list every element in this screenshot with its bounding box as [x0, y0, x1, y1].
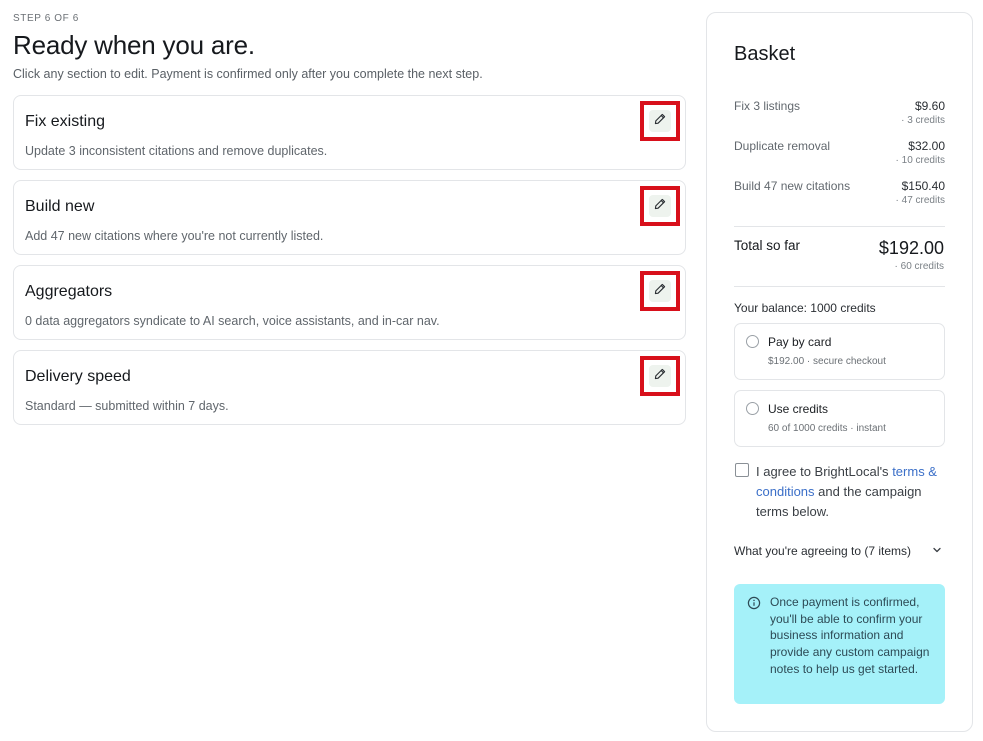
line-label: Fix 3 listings [734, 99, 801, 113]
section-card-build-new[interactable]: Build new Add 47 new citations where you… [13, 180, 686, 255]
line-price: $150.40 [901, 179, 945, 193]
edit-button[interactable] [649, 365, 671, 387]
terms-checkbox[interactable] [735, 463, 749, 477]
step-indicator: STEP 6 OF 6 [13, 13, 79, 24]
page-title: Ready when you are. [13, 30, 255, 60]
option-subtitle: $192.00 · secure checkout [768, 356, 886, 367]
radio-button[interactable] [746, 402, 759, 415]
total-credits: · 60 credits [894, 261, 944, 272]
line-price: $32.00 [908, 139, 945, 153]
section-card-delivery-speed[interactable]: Delivery speed Standard — submitted with… [13, 350, 686, 425]
edit-highlight [640, 356, 680, 396]
section-card-aggregators[interactable]: Aggregators 0 data aggregators syndicate… [13, 265, 686, 340]
info-text: Once payment is confirmed, you'll be abl… [770, 595, 930, 676]
section-title: Aggregators [25, 283, 113, 300]
option-title: Pay by card [768, 335, 832, 349]
pencil-icon [654, 112, 666, 130]
page-subtitle: Click any section to edit. Payment is co… [13, 67, 483, 81]
section-description: Add 47 new citations where you're not cu… [25, 229, 324, 243]
pencil-icon [654, 197, 666, 215]
section-list: Fix existing Update 3 inconsistent citat… [13, 95, 686, 425]
info-notice: Once payment is confirmed, you'll be abl… [734, 584, 945, 704]
use-credits-option[interactable]: Use credits 60 of 1000 credits · instant [734, 390, 945, 447]
agreement-details-toggle[interactable]: What you're agreeing to (7 items) [734, 542, 945, 558]
review-panel: STEP 6 OF 6 Ready when you are. Click an… [13, 13, 686, 435]
basket-panel: Basket Fix 3 listings $9.60 · 3 credits … [706, 12, 973, 732]
terms-prefix: I agree to BrightLocal's [756, 464, 889, 479]
basket-line-fix-listings: Fix 3 listings $9.60 · 3 credits [734, 99, 945, 126]
radio-button[interactable] [746, 335, 759, 348]
option-title: Use credits [768, 402, 829, 416]
credit-balance: Your balance: 1000 credits [734, 301, 876, 315]
section-card-fix-existing[interactable]: Fix existing Update 3 inconsistent citat… [13, 95, 686, 170]
section-description: 0 data aggregators syndicate to AI searc… [25, 314, 440, 328]
edit-button[interactable] [649, 280, 671, 302]
section-title: Fix existing [25, 113, 106, 130]
line-credits: · 3 credits [901, 115, 945, 126]
edit-button[interactable] [649, 110, 671, 132]
total-amount: $192.00 [878, 238, 944, 258]
terms-agreement: I agree to BrightLocal's terms & conditi… [734, 462, 945, 522]
basket-line-build-citations: Build 47 new citations $150.40 · 47 cred… [734, 179, 945, 206]
pay-by-card-option[interactable]: Pay by card $192.00 · secure checkout [734, 323, 945, 380]
section-description: Standard — submitted within 7 days. [25, 399, 229, 413]
edit-highlight [640, 186, 680, 226]
info-icon [747, 596, 761, 615]
edit-highlight [640, 101, 680, 141]
edit-highlight [640, 271, 680, 311]
agreement-details-label: What you're agreeing to (7 items) [734, 544, 912, 558]
basket-title: Basket [734, 43, 796, 65]
divider [734, 286, 945, 287]
option-subtitle: 60 of 1000 credits · instant [768, 423, 886, 434]
total-label: Total so far [734, 238, 801, 253]
line-credits: · 10 credits [895, 155, 945, 166]
line-credits: · 47 credits [895, 195, 945, 206]
pencil-icon [654, 282, 666, 300]
section-title: Delivery speed [25, 368, 131, 385]
edit-button[interactable] [649, 195, 671, 217]
pencil-icon [654, 367, 666, 385]
divider [734, 226, 945, 227]
line-price: $9.60 [914, 99, 945, 113]
section-description: Update 3 inconsistent citations and remo… [25, 144, 328, 158]
section-title: Build new [25, 198, 95, 215]
basket-line-duplicate-removal: Duplicate removal $32.00 · 10 credits [734, 139, 945, 166]
terms-text: I agree to BrightLocal's terms & conditi… [756, 462, 945, 522]
chevron-down-icon [931, 543, 943, 561]
